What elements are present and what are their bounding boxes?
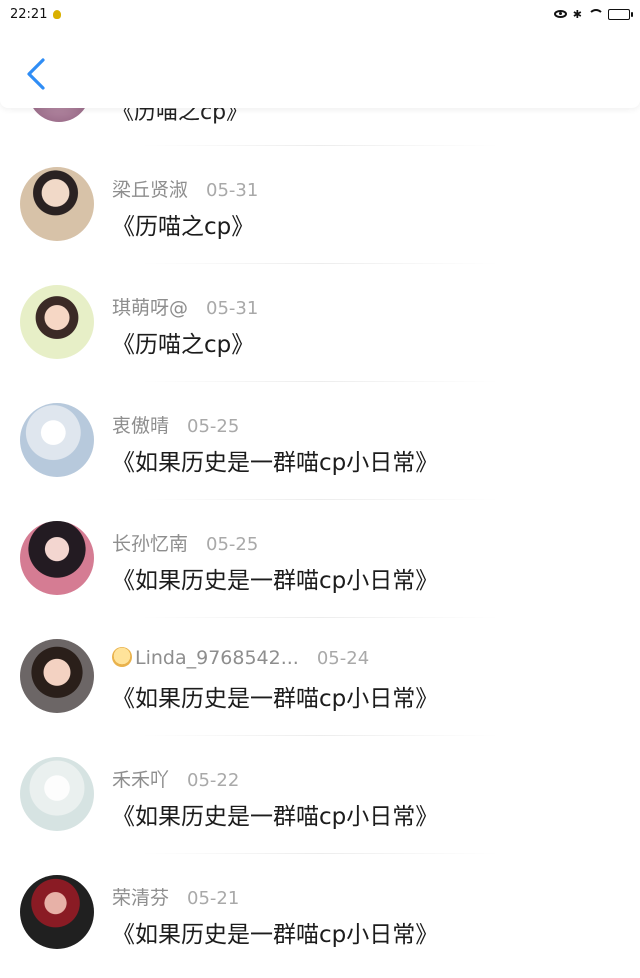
status-bar: 22:21 ✱ bbox=[0, 0, 640, 28]
status-time: 22:21 bbox=[10, 6, 48, 22]
list-item[interactable]: 衷傲晴 05-25 《如果历史是一群喵cp小日常》 bbox=[0, 381, 640, 499]
comment-text: 《如果历史是一群喵cp小日常》 bbox=[112, 804, 439, 830]
avatar[interactable] bbox=[20, 167, 94, 241]
avatar[interactable] bbox=[20, 757, 94, 831]
list-item[interactable]: Linda_9768542... 05-24 《如果历史是一群喵cp小日常》 bbox=[0, 617, 640, 735]
comment-date: 05-31 bbox=[206, 180, 259, 201]
comment-text: 《如果历史是一群喵cp小日常》 bbox=[112, 568, 439, 594]
comment-text: 《历喵之cp》 bbox=[112, 214, 255, 240]
avatar[interactable] bbox=[20, 403, 94, 477]
top-nav-bar bbox=[0, 28, 640, 108]
bluetooth-icon: ✱ bbox=[572, 7, 582, 21]
user-name[interactable]: 长孙忆南 bbox=[112, 529, 188, 556]
avatar[interactable] bbox=[20, 285, 94, 359]
comment-date: 05-22 bbox=[187, 770, 240, 791]
list-item[interactable]: 长孙忆南 05-25 《如果历史是一群喵cp小日常》 bbox=[0, 499, 640, 617]
wifi-icon bbox=[588, 9, 604, 19]
user-name[interactable]: 琪萌呀@ bbox=[112, 293, 188, 320]
comment-date: 05-25 bbox=[206, 534, 259, 555]
user-name-text: Linda_9768542... bbox=[135, 647, 299, 669]
baby-badge-icon bbox=[112, 647, 132, 667]
list-item[interactable]: 琪萌呀@ 05-31 《历喵之cp》 bbox=[0, 263, 640, 381]
list-item[interactable]: 梁丘贤淑 05-31 《历喵之cp》 bbox=[0, 145, 640, 263]
list-item[interactable]: 荣清芬 05-21 《如果历史是一群喵cp小日常》 bbox=[0, 853, 640, 971]
list-item[interactable]: 禾禾吖 05-22 《如果历史是一群喵cp小日常》 bbox=[0, 735, 640, 853]
user-name[interactable]: Linda_9768542... bbox=[112, 647, 299, 669]
back-button[interactable] bbox=[16, 54, 56, 94]
comment-text: 《历喵之cp》 bbox=[112, 332, 255, 358]
comment-text: 《如果历史是一群喵cp小日常》 bbox=[112, 922, 439, 948]
user-name[interactable]: 禾禾吖 bbox=[112, 765, 169, 792]
user-name[interactable]: 衷傲晴 bbox=[112, 411, 169, 438]
avatar[interactable] bbox=[20, 875, 94, 949]
comment-date: 05-21 bbox=[187, 888, 240, 909]
avatar[interactable] bbox=[20, 521, 94, 595]
notification-bulb-icon bbox=[53, 9, 62, 19]
comment-date: 05-24 bbox=[316, 648, 370, 669]
user-name[interactable]: 梁丘贤淑 bbox=[112, 175, 188, 202]
eye-icon bbox=[553, 10, 567, 18]
comment-date: 05-31 bbox=[206, 298, 259, 319]
comment-text: 《如果历史是一群喵cp小日常》 bbox=[112, 450, 439, 476]
battery-icon bbox=[608, 8, 633, 20]
comment-text: 《如果历史是一群喵cp小日常》 bbox=[112, 686, 439, 712]
chevron-left-icon bbox=[27, 58, 45, 90]
user-name[interactable]: 荣清芬 bbox=[112, 883, 169, 910]
screen: 22:21 ✱ 《历喵之cp》 梁丘贤淑 05-31 《历喵之cp》 琪萌呀@ … bbox=[0, 0, 640, 978]
comment-date: 05-25 bbox=[187, 416, 240, 437]
avatar[interactable] bbox=[20, 639, 94, 713]
